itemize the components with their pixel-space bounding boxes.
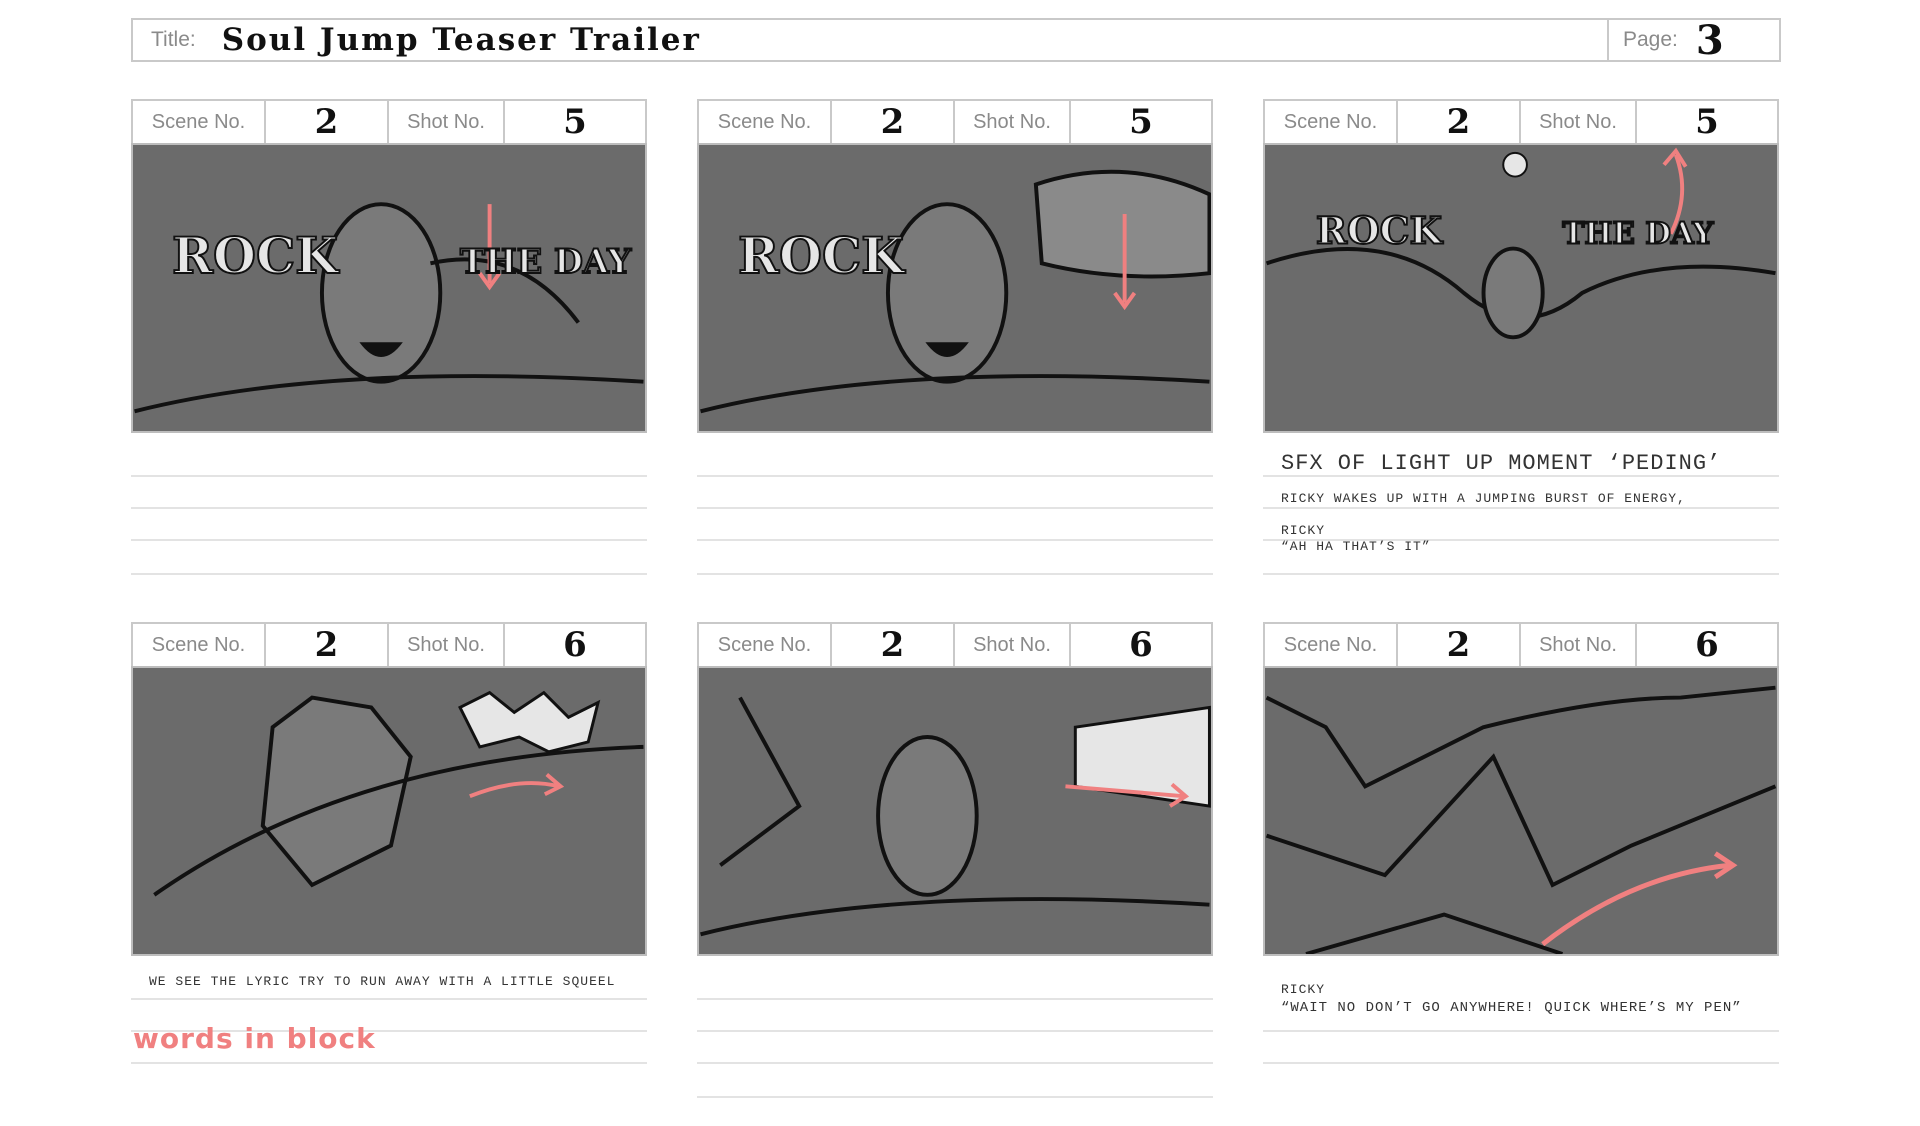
title-bar: Title: Soul Jump Teaser Trailer Page: 3 xyxy=(131,17,1781,64)
panel-notes: SFX OF LIGHT UP MOMENT ‘PEDING’ RICKY WA… xyxy=(1263,433,1779,603)
panel-notes: WE SEE THE LYRIC TRY TO RUN AWAY WITH A … xyxy=(131,956,647,1126)
shot-label: Shot No. xyxy=(1539,110,1617,133)
title-label: Title: xyxy=(151,28,196,51)
scene-label: Scene No. xyxy=(717,633,812,656)
panel-header: Scene No. 2 Shot No. 6 xyxy=(1263,622,1779,666)
scene-label: Scene No. xyxy=(1283,633,1378,656)
panel-frame: ROCK xyxy=(697,143,1213,433)
panel-sketch: ROCK xyxy=(700,169,1211,414)
storyboard-panel-2: Scene No. 2 Shot No. 5 ROCK xyxy=(697,99,1213,603)
scene-label: Scene No. xyxy=(151,633,246,656)
panel-header: Scene No. 2 Shot No. 5 xyxy=(1263,99,1779,143)
page-number: 3 xyxy=(1695,16,1724,64)
storyboard-title: Soul Jump Teaser Trailer xyxy=(221,22,701,58)
scene-number: 2 xyxy=(880,625,905,665)
scene-number: 2 xyxy=(314,625,339,665)
panel-frame: ROCK THE DAY xyxy=(1263,143,1779,433)
scene-label: Scene No. xyxy=(1283,110,1378,133)
scene-label: Scene No. xyxy=(151,110,246,133)
storyboard-panel-6: Scene No. 2 Shot No. 6 RICKY “WAIT NO DO… xyxy=(1263,622,1779,1126)
scene-number: 2 xyxy=(314,102,339,142)
shot-label: Shot No. xyxy=(407,633,485,656)
note-action: WE SEE THE LYRIC TRY TO RUN AWAY WITH A … xyxy=(149,974,616,989)
shot-label: Shot No. xyxy=(973,633,1051,656)
scene-label: Scene No. xyxy=(717,110,812,133)
panel-sketch xyxy=(153,690,644,897)
storyboard-panel-1: Scene No. 2 Shot No. 5 ROCK THE DAY xyxy=(131,99,647,603)
frame-text-right: THE DAY xyxy=(460,242,632,281)
panel-header: Scene No. 2 Shot No. 5 xyxy=(697,99,1213,143)
page-label: Page: xyxy=(1623,28,1678,51)
page-cell: Page: 3 xyxy=(1607,17,1779,64)
scene-number: 2 xyxy=(1446,102,1471,142)
scene-number: 2 xyxy=(880,102,905,142)
note-scribble: words in block xyxy=(133,1022,376,1055)
panel-header: Scene No. 2 Shot No. 6 xyxy=(131,622,647,666)
panel-notes xyxy=(697,956,1213,1126)
storyboard-panel-3: Scene No. 2 Shot No. 5 ROCK THE DAY SFX … xyxy=(1263,99,1779,603)
note-sfx: SFX OF LIGHT UP MOMENT ‘PEDING’ xyxy=(1281,451,1722,476)
note-action: RICKY WAKES UP WITH A JUMPING BURST OF E… xyxy=(1281,491,1686,506)
panel-notes xyxy=(131,433,647,603)
frame-text-left: ROCK xyxy=(172,227,340,285)
note-dialogue: “WAIT NO DON’T GO ANYWHERE! QUICK WHERE’… xyxy=(1281,1000,1742,1016)
note-character: RICKY xyxy=(1281,982,1326,997)
panel-sketch xyxy=(700,696,1211,937)
panel-frame: ROCK THE DAY xyxy=(131,143,647,433)
shot-number: 5 xyxy=(1695,102,1719,142)
storyboard-panel-4: Scene No. 2 Shot No. 6 WE SEE THE LYRIC … xyxy=(131,622,647,1126)
shot-number: 5 xyxy=(1129,102,1153,142)
shot-label: Shot No. xyxy=(973,110,1051,133)
shot-number: 6 xyxy=(1695,625,1719,665)
scene-number: 2 xyxy=(1446,625,1471,665)
panel-header: Scene No. 2 Shot No. 6 xyxy=(697,622,1213,666)
panel-sketch: ROCK THE DAY xyxy=(134,202,644,414)
panel-frame xyxy=(131,666,647,956)
note-dialogue: “AH HA THAT’S IT” xyxy=(1281,539,1431,554)
panel-frame xyxy=(697,666,1213,956)
shot-number: 6 xyxy=(563,625,587,665)
frame-text-left: ROCK xyxy=(738,227,906,285)
panel-sketch: ROCK THE DAY xyxy=(1265,147,1776,340)
shot-number: 5 xyxy=(563,102,587,142)
panel-sketch xyxy=(1265,685,1777,954)
note-character: RICKY xyxy=(1281,523,1326,538)
panel-notes xyxy=(697,433,1213,603)
panel-notes: RICKY “WAIT NO DON’T GO ANYWHERE! QUICK … xyxy=(1263,956,1779,1126)
storyboard-panel-5: Scene No. 2 Shot No. 6 xyxy=(697,622,1213,1126)
frame-text-left: ROCK xyxy=(1316,209,1444,253)
shot-label: Shot No. xyxy=(1539,633,1617,656)
shot-number: 6 xyxy=(1129,625,1153,665)
shot-label: Shot No. xyxy=(407,110,485,133)
panel-header: Scene No. 2 Shot No. 5 xyxy=(131,99,647,143)
frame-text-right: THE DAY xyxy=(1562,216,1714,251)
panel-frame xyxy=(1263,666,1779,956)
